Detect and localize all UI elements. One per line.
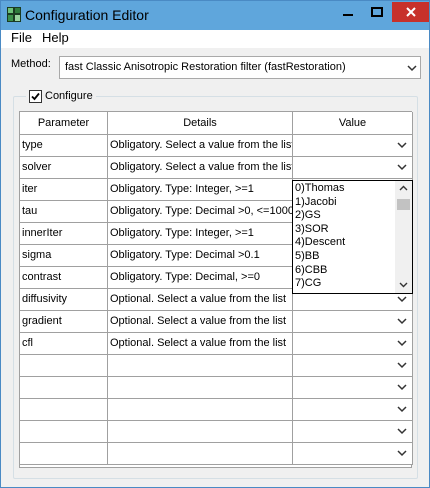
solver-option[interactable]: 6)CBB	[295, 264, 327, 276]
chevron-down-icon[interactable]	[397, 142, 407, 149]
chevron-down-icon[interactable]	[397, 318, 407, 325]
parameter-details-cell: Obligatory. Type: Integer, >=1	[108, 179, 293, 201]
solver-option[interactable]: 2)GS	[295, 209, 321, 221]
maximize-button[interactable]	[363, 2, 391, 22]
menu-bar: File Help	[1, 30, 429, 48]
solver-option[interactable]: 4)Descent	[295, 236, 345, 248]
solver-option[interactable]: 7)CG	[295, 277, 321, 289]
parameter-name-cell: solver	[20, 157, 108, 179]
parameter-name-cell: tau	[20, 201, 108, 223]
title-bar[interactable]: Configuration Editor	[1, 1, 429, 30]
window-title: Configuration Editor	[25, 7, 149, 23]
parameter-details-cell	[108, 355, 293, 377]
parameter-name-cell: cfl	[20, 333, 108, 355]
chevron-down-icon[interactable]	[397, 362, 407, 369]
minimize-button[interactable]	[334, 2, 362, 22]
parameter-value-cell[interactable]	[293, 311, 413, 333]
parameter-details-cell	[108, 377, 293, 399]
configuration-editor-window: Configuration Editor File Help Method: f…	[0, 0, 430, 488]
configure-checkbox-container[interactable]: Configure	[26, 89, 96, 103]
parameter-details-cell: Obligatory. Type: Decimal, >=0	[108, 267, 293, 289]
header-details: Details	[108, 112, 293, 135]
chevron-down-icon[interactable]	[397, 340, 407, 347]
parameter-name-cell	[20, 377, 108, 399]
parameter-details-cell: Optional. Select a value from the list	[108, 311, 293, 333]
parameter-value-cell[interactable]	[293, 421, 413, 443]
solver-option[interactable]: 5)BB	[295, 250, 319, 262]
method-select[interactable]: fast Classic Anisotropic Restoration fil…	[59, 56, 421, 79]
maximize-icon	[371, 7, 383, 17]
chevron-down-icon[interactable]	[397, 296, 407, 303]
configure-checkbox[interactable]	[29, 89, 42, 103]
scroll-thumb[interactable]	[397, 199, 410, 210]
configure-label: Configure	[45, 90, 93, 102]
parameter-details-cell: Obligatory. Select a value from the list	[108, 135, 293, 157]
parameter-details-cell	[108, 443, 293, 465]
scroll-down-icon[interactable]	[399, 282, 408, 288]
parameter-details-cell	[108, 421, 293, 443]
solver-option[interactable]: 1)Jacobi	[295, 196, 337, 208]
close-icon	[405, 7, 416, 17]
chevron-down-icon[interactable]	[397, 164, 407, 171]
checkmark-icon	[31, 92, 40, 100]
menu-file[interactable]: File	[11, 30, 32, 45]
parameter-details-cell: Optional. Select a value from the list	[108, 333, 293, 355]
parameter-details-cell: Optional. Select a value from the list	[108, 289, 293, 311]
chevron-down-icon[interactable]	[397, 384, 407, 391]
chevron-down-icon	[407, 65, 417, 72]
header-value: Value	[293, 112, 413, 135]
chevron-down-icon[interactable]	[397, 450, 407, 457]
parameter-value-cell[interactable]	[293, 443, 413, 465]
dropdown-scrollbar[interactable]	[395, 181, 412, 293]
method-label: Method:	[11, 58, 51, 70]
parameter-value-cell[interactable]	[293, 333, 413, 355]
close-button[interactable]	[392, 2, 429, 22]
app-icon	[7, 7, 21, 22]
scroll-up-icon[interactable]	[399, 185, 408, 191]
parameter-name-cell: sigma	[20, 245, 108, 267]
parameter-name-cell: innerIter	[20, 223, 108, 245]
method-value: fast Classic Anisotropic Restoration fil…	[65, 61, 346, 73]
parameter-value-cell[interactable]	[293, 399, 413, 421]
chevron-down-icon[interactable]	[397, 428, 407, 435]
parameter-name-cell: contrast	[20, 267, 108, 289]
parameter-name-cell	[20, 399, 108, 421]
parameter-name-cell: gradient	[20, 311, 108, 333]
parameter-details-cell: Obligatory. Type: Decimal >0.1	[108, 245, 293, 267]
menu-help[interactable]: Help	[42, 30, 69, 45]
chevron-down-icon[interactable]	[397, 406, 407, 413]
parameter-name-cell: iter	[20, 179, 108, 201]
parameter-value-cell[interactable]	[293, 377, 413, 399]
parameter-name-cell	[20, 421, 108, 443]
solver-option[interactable]: 3)SOR	[295, 223, 329, 235]
parameter-value-cell[interactable]	[293, 157, 413, 179]
parameter-name-cell	[20, 355, 108, 377]
parameter-details-cell: Obligatory. Type: Integer, >=1	[108, 223, 293, 245]
minimize-icon	[343, 14, 353, 16]
parameter-name-cell: type	[20, 135, 108, 157]
parameter-value-cell[interactable]	[293, 355, 413, 377]
solver-option[interactable]: 0)Thomas	[295, 182, 345, 194]
header-parameter: Parameter	[20, 112, 108, 135]
parameter-value-cell[interactable]	[293, 135, 413, 157]
parameter-details-cell: Obligatory. Select a value from the list	[108, 157, 293, 179]
parameter-name-cell	[20, 443, 108, 465]
parameter-details-cell	[108, 399, 293, 421]
parameter-name-cell: diffusivity	[20, 289, 108, 311]
parameter-details-cell: Obligatory. Type: Decimal >0, <=1000	[108, 201, 293, 223]
